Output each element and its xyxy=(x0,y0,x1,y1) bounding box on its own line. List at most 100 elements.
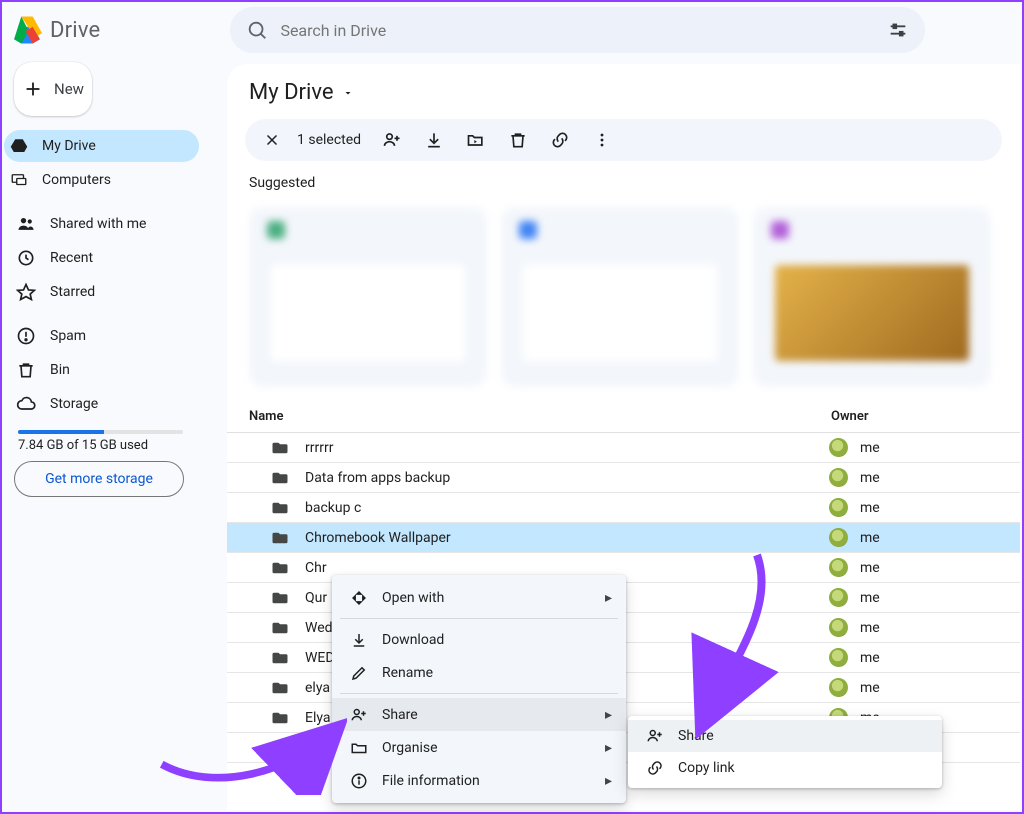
suggested-card[interactable] xyxy=(249,207,487,387)
owner-label: me xyxy=(860,590,880,606)
sidebar-item-computers[interactable]: Computers xyxy=(4,164,199,196)
new-button[interactable]: New xyxy=(14,62,92,116)
rename-icon xyxy=(350,664,368,682)
menu-rename[interactable]: Rename xyxy=(332,656,626,689)
menu-file-information[interactable]: File information ▸ xyxy=(332,764,626,797)
avatar xyxy=(829,588,848,607)
owner-cell: me xyxy=(829,498,880,517)
download-button[interactable] xyxy=(415,121,453,159)
sidebar-item-shared[interactable]: Shared with me xyxy=(4,208,199,240)
owner-cell: me xyxy=(829,648,880,667)
file-list-header: Name Owner xyxy=(227,393,1020,433)
owner-label: me xyxy=(860,470,880,486)
computers-icon xyxy=(10,171,28,189)
sidebar-item-label: Storage xyxy=(50,396,98,412)
submenu-copy-link[interactable]: Copy link xyxy=(628,752,942,784)
search-input[interactable] xyxy=(268,20,877,41)
avatar xyxy=(829,468,848,487)
spam-icon xyxy=(16,326,36,346)
folder-icon xyxy=(271,439,289,457)
avatar xyxy=(829,498,848,517)
recent-icon xyxy=(16,248,36,268)
search-bar[interactable] xyxy=(230,7,925,53)
folder-icon xyxy=(271,619,289,637)
suggested-card[interactable] xyxy=(501,207,739,387)
chevron-right-icon: ▸ xyxy=(605,773,612,789)
file-row[interactable]: Data from apps backupme xyxy=(227,463,1020,493)
link-icon xyxy=(646,759,664,777)
menu-open-with[interactable]: Open with ▸ xyxy=(332,581,626,614)
location-dropdown[interactable]: My Drive xyxy=(227,64,1020,119)
file-row[interactable]: Chromebook Wallpaperme xyxy=(227,523,1020,553)
info-icon xyxy=(350,772,368,790)
menu-label: Download xyxy=(382,632,444,648)
delete-button[interactable] xyxy=(499,121,537,159)
col-header-owner[interactable]: Owner xyxy=(831,409,971,424)
sidebar-item-bin[interactable]: Bin xyxy=(4,354,199,386)
sidebar-item-label: Bin xyxy=(50,362,70,378)
move-button[interactable] xyxy=(457,121,495,159)
owner-label: me xyxy=(860,560,880,576)
sidebar-item-spam[interactable]: Spam xyxy=(4,320,199,352)
app-header: Drive xyxy=(2,2,1022,58)
move-to-folder-icon xyxy=(466,130,486,150)
share-submenu: Share Copy link xyxy=(628,716,942,788)
search-options-icon[interactable] xyxy=(887,19,909,41)
owner-label: me xyxy=(860,620,880,636)
menu-label: Organise xyxy=(382,740,438,756)
sidebar-item-starred[interactable]: Starred xyxy=(4,276,199,308)
folder-icon xyxy=(271,499,289,517)
location-title-text: My Drive xyxy=(249,80,334,105)
storage-bar xyxy=(18,430,183,434)
more-actions-button[interactable] xyxy=(583,121,621,159)
drive-logo[interactable]: Drive xyxy=(12,16,100,44)
get-storage-label: Get more storage xyxy=(45,471,153,487)
sidebar-item-label: Spam xyxy=(50,328,86,344)
file-name: backup c xyxy=(305,500,829,516)
folder-icon xyxy=(271,709,289,727)
folder-icon xyxy=(271,739,289,757)
owner-cell: me xyxy=(829,558,880,577)
owner-label: me xyxy=(860,530,880,546)
col-header-name[interactable]: Name xyxy=(249,409,831,424)
owner-label: me xyxy=(860,680,880,696)
close-icon xyxy=(263,131,281,149)
menu-download[interactable]: Download xyxy=(332,623,626,656)
person-add-icon xyxy=(382,130,402,150)
sidebar-item-storage[interactable]: Storage xyxy=(4,388,199,420)
drive-wordmark: Drive xyxy=(50,18,100,43)
avatar xyxy=(829,558,848,577)
owner-cell: me xyxy=(829,588,880,607)
suggested-card[interactable] xyxy=(753,207,991,387)
sidebar-item-recent[interactable]: Recent xyxy=(4,242,199,274)
link-icon xyxy=(550,130,570,150)
suggested-label: Suggested xyxy=(227,175,1020,191)
clear-selection-button[interactable] xyxy=(253,121,291,159)
person-add-icon xyxy=(646,727,664,745)
trash-icon xyxy=(508,130,528,150)
file-row[interactable]: rrrrrrme xyxy=(227,433,1020,463)
sidebar-item-label: Shared with me xyxy=(50,216,146,232)
share-button[interactable] xyxy=(373,121,411,159)
get-more-storage-button[interactable]: Get more storage xyxy=(14,461,184,497)
shared-icon xyxy=(16,214,36,234)
more-vert-icon xyxy=(592,130,612,150)
star-icon xyxy=(16,282,36,302)
copy-link-button[interactable] xyxy=(541,121,579,159)
file-row[interactable]: backup cme xyxy=(227,493,1020,523)
chevron-right-icon: ▸ xyxy=(605,590,612,606)
sidebar-item-my-drive[interactable]: My Drive xyxy=(4,130,199,162)
folder-icon xyxy=(271,649,289,667)
folder-icon xyxy=(271,589,289,607)
chevron-right-icon: ▸ xyxy=(605,740,612,756)
context-menu: Open with ▸ Download Rename Share ▸ Orga… xyxy=(332,575,626,803)
download-icon xyxy=(350,631,368,649)
selection-toolbar: 1 selected xyxy=(245,119,1002,161)
submenu-share[interactable]: Share xyxy=(628,720,942,752)
menu-share[interactable]: Share ▸ xyxy=(332,698,626,731)
search-icon xyxy=(246,19,268,41)
menu-organise[interactable]: Organise ▸ xyxy=(332,731,626,764)
folder-icon xyxy=(271,679,289,697)
avatar xyxy=(829,648,848,667)
avatar xyxy=(829,528,848,547)
